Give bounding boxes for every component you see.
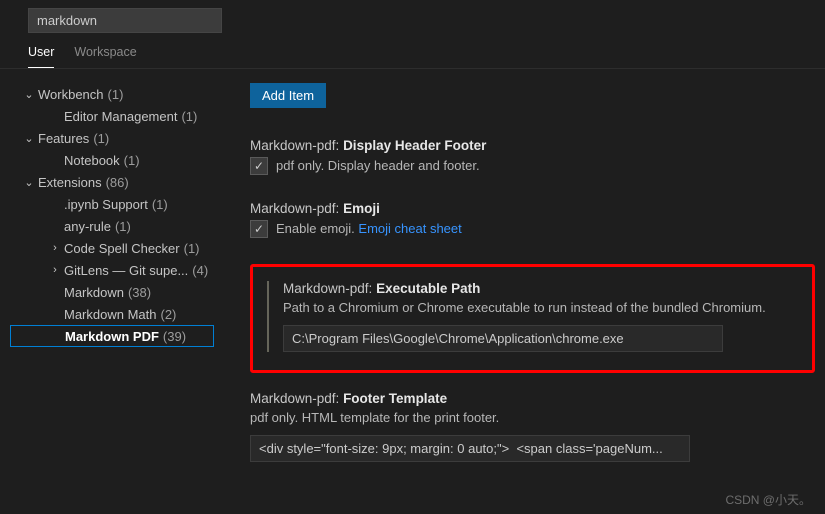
tree-item-count: (1) [181,109,197,124]
tree-item[interactable]: any-rule (1) [10,215,214,237]
tree-item-label: Markdown PDF [65,329,159,344]
tree-item-count: (2) [160,307,176,322]
setting-display-header-footer: Markdown-pdf: Display Header Footer ✓ pd… [250,138,815,175]
setting-prefix: Markdown-pdf: [250,391,339,406]
settings-search-input[interactable] [28,8,222,33]
setting-footer-template: Markdown-pdf: Footer Template pdf only. … [250,391,815,462]
emoji-cheat-sheet-link[interactable]: Emoji cheat sheet [358,221,461,236]
setting-name: Executable Path [376,281,480,296]
tree-item[interactable]: ⌄Features (1) [10,127,214,149]
tree-item-label: any-rule [64,219,111,234]
tree-item-label: .ipynb Support [64,197,148,212]
setting-name: Emoji [343,201,380,216]
tree-item-count: (1) [152,197,168,212]
tree-item-count: (1) [93,131,109,146]
setting-name: Footer Template [343,391,447,406]
tab-user[interactable]: User [28,45,54,68]
setting-prefix: Markdown-pdf: [250,201,339,216]
chevron-down-icon: ⌄ [22,176,36,189]
setting-prefix: Markdown-pdf: [250,138,339,153]
setting-prefix: Markdown-pdf: [283,281,372,296]
chevron-right-icon: › [48,264,62,276]
tab-workspace[interactable]: Workspace [74,45,136,68]
chevron-down-icon: ⌄ [22,132,36,145]
settings-tree: ⌄Workbench (1)Editor Management (1)⌄Feat… [0,69,220,513]
tree-item-label: Code Spell Checker [64,241,180,256]
tree-item-label: Workbench [38,87,104,102]
setting-desc: Enable emoji. Emoji cheat sheet [276,221,462,236]
scope-tabs: User Workspace [0,33,825,69]
chevron-down-icon: ⌄ [22,88,36,101]
tree-item[interactable]: Markdown PDF (39) [10,325,214,347]
watermark: CSDN @小天。 [725,491,811,508]
footer-template-input[interactable] [250,435,690,462]
setting-desc: pdf only. Display header and footer. [276,158,480,173]
tree-item[interactable]: .ipynb Support (1) [10,193,214,215]
tree-item-label: Markdown [64,285,124,300]
tree-item[interactable]: Markdown Math (2) [10,303,214,325]
tree-item[interactable]: ⌄Extensions (86) [10,171,214,193]
checkbox-display-header-footer[interactable]: ✓ [250,157,268,175]
tree-item-label: Features [38,131,89,146]
tree-item-label: GitLens — Git supe... [64,263,188,278]
tree-item[interactable]: Editor Management (1) [10,105,214,127]
tree-item-count: (1) [124,153,140,168]
tree-item-label: Extensions [38,175,102,190]
tree-item-label: Notebook [64,153,120,168]
checkbox-emoji[interactable]: ✓ [250,220,268,238]
setting-desc: Path to a Chromium or Chrome executable … [283,300,794,315]
tree-item-label: Markdown Math [64,307,156,322]
tree-item-count: (1) [184,241,200,256]
tree-item[interactable]: ⌄Workbench (1) [10,83,214,105]
executable-path-input[interactable] [283,325,723,352]
chevron-right-icon: › [48,242,62,254]
tree-item[interactable]: ›Code Spell Checker (1) [10,237,214,259]
tree-item-count: (1) [108,87,124,102]
tree-item[interactable]: Markdown (38) [10,281,214,303]
setting-executable-path-highlight: Markdown-pdf: Executable Path Path to a … [250,264,815,373]
add-item-button[interactable]: Add Item [250,83,326,108]
setting-name: Display Header Footer [343,138,486,153]
tree-item-count: (38) [128,285,151,300]
tree-item-label: Editor Management [64,109,177,124]
tree-item-count: (4) [192,263,208,278]
tree-item-count: (86) [106,175,129,190]
setting-desc: pdf only. HTML template for the print fo… [250,410,815,425]
tree-item[interactable]: ›GitLens — Git supe... (4) [10,259,214,281]
setting-emoji: Markdown-pdf: Emoji ✓ Enable emoji. Emoj… [250,201,815,238]
tree-item[interactable]: Notebook (1) [10,149,214,171]
settings-content: Add Item Markdown-pdf: Display Header Fo… [220,69,825,513]
tree-item-count: (1) [115,219,131,234]
tree-item-count: (39) [163,329,186,344]
